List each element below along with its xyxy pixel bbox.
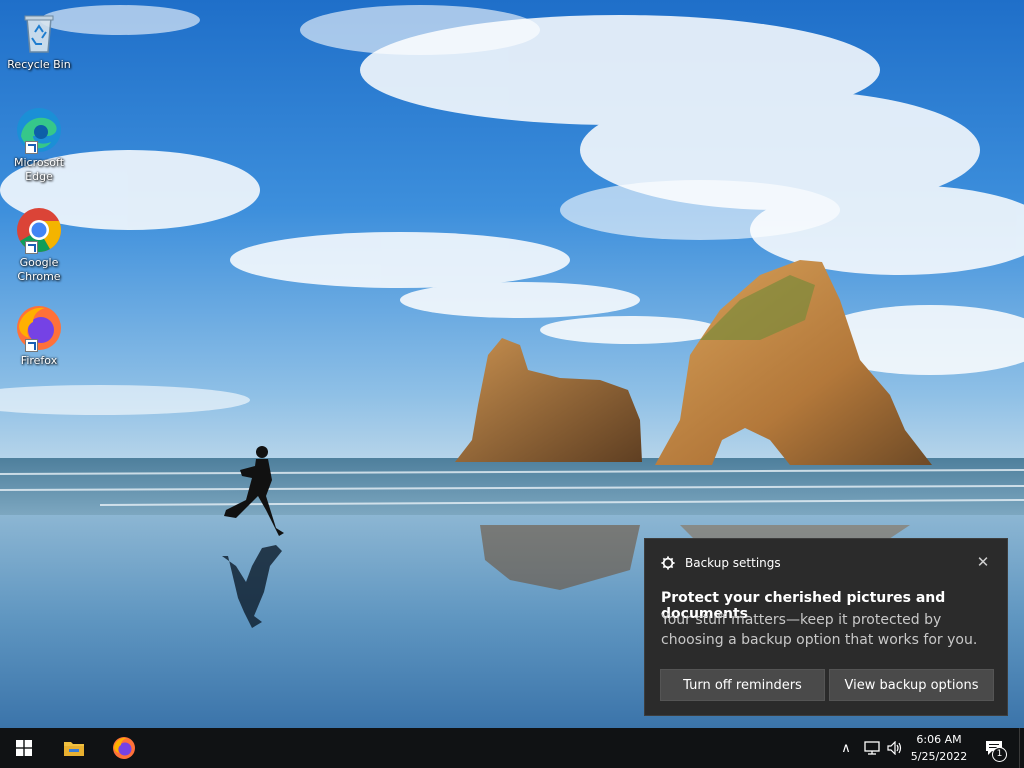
chrome-icon bbox=[15, 206, 63, 254]
desktop-icon-label: Recycle Bin bbox=[7, 58, 71, 71]
show-hidden-icons-chevron-icon[interactable]: ∧ bbox=[838, 738, 854, 758]
firefox-icon bbox=[113, 737, 135, 759]
notification-count-badge: 1 bbox=[992, 747, 1007, 762]
backup-notification-toast[interactable]: Backup settings ✕ Protect your cherished… bbox=[644, 538, 1008, 716]
clock-time: 6:06 AM bbox=[916, 733, 962, 746]
windows-logo-icon bbox=[16, 740, 32, 756]
close-icon[interactable]: ✕ bbox=[975, 554, 991, 570]
volume-icon[interactable] bbox=[885, 738, 905, 758]
folder-icon bbox=[64, 742, 84, 756]
toast-app-name: Backup settings bbox=[685, 556, 781, 570]
toast-body: Your stuff matters—keep it protected by … bbox=[661, 612, 978, 648]
action-center-button[interactable]: 1 bbox=[980, 736, 1008, 762]
gear-icon bbox=[661, 556, 675, 570]
recycle-bin-icon bbox=[15, 8, 63, 56]
shortcut-arrow-icon bbox=[25, 141, 38, 154]
desktop-icon-firefox[interactable]: Firefox bbox=[4, 304, 74, 368]
toast-header: Backup settings bbox=[661, 556, 781, 570]
firefox-icon bbox=[15, 304, 63, 352]
desktop-icon-google-chrome[interactable]: Google Chrome bbox=[4, 206, 74, 284]
network-icon[interactable] bbox=[862, 738, 882, 758]
shortcut-arrow-icon bbox=[25, 339, 38, 352]
shortcut-arrow-icon bbox=[25, 241, 38, 254]
edge-icon bbox=[15, 106, 63, 154]
show-desktop-button[interactable] bbox=[1019, 728, 1024, 768]
desktop-icon-microsoft-edge[interactable]: Microsoft Edge bbox=[4, 106, 74, 184]
desktop-icon-recycle-bin[interactable]: Recycle Bin bbox=[4, 8, 74, 72]
taskbar-firefox-button[interactable] bbox=[100, 728, 148, 768]
taskbar-clock[interactable]: 6:06 AM 5/25/2022 bbox=[906, 731, 972, 765]
view-backup-options-button[interactable]: View backup options bbox=[829, 669, 994, 701]
start-button[interactable] bbox=[0, 728, 48, 768]
taskbar: ∧ 6:06 AM 5/25/2022 1 bbox=[0, 728, 1024, 768]
turn-off-reminders-button[interactable]: Turn off reminders bbox=[660, 669, 825, 701]
clock-date: 5/25/2022 bbox=[910, 750, 968, 763]
desktop-icon-label: Microsoft Edge bbox=[13, 156, 65, 183]
desktop-icon-label: Google Chrome bbox=[17, 256, 61, 283]
taskbar-file-explorer-button[interactable] bbox=[50, 728, 98, 768]
desktop-icon-label: Firefox bbox=[20, 354, 58, 367]
